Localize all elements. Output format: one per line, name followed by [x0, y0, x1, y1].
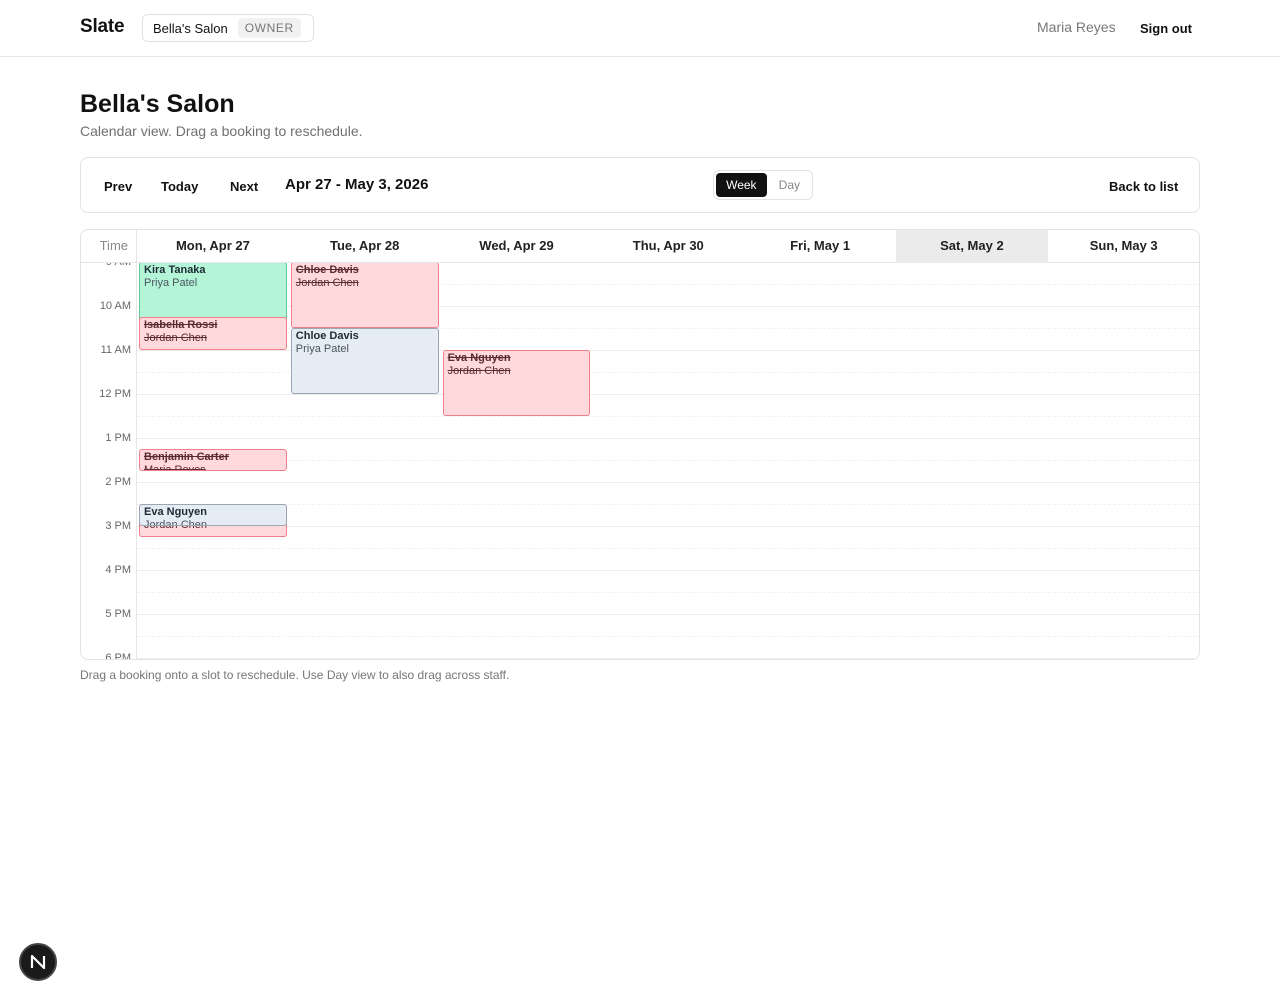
- hour-gridline: [137, 526, 1199, 527]
- hour-label: 3 PM: [105, 520, 131, 532]
- time-column: 9 AM 10 AM 11 AM 12 PM 1 PM 2 PM 3 PM 4 PM 5 PM 6…: [81, 263, 137, 660]
- hour-label: 9 AM: [106, 263, 131, 268]
- booking-staff-name: Priya Patel: [144, 277, 198, 289]
- hour-label: 4 PM: [105, 564, 131, 576]
- date-range-label: Apr 27 - May 3, 2026: [285, 176, 429, 193]
- booking-client-name: Chloe Davis: [295, 264, 359, 276]
- day-header: Tue, Apr 28: [330, 238, 400, 253]
- hour-label: 5 PM: [105, 608, 131, 620]
- booking-block[interactable]: Chloe Davis Jordan Chen: [290, 263, 439, 328]
- day-header: Fri, May 1: [790, 238, 851, 253]
- booking-client-name: Chloe Davis: [295, 330, 359, 342]
- booking-staff-name: Jordan Chen: [144, 519, 207, 526]
- day-header: Mon, Apr 27: [175, 238, 250, 253]
- booking-block[interactable]: Eva NguyenJordan Chen: [442, 350, 591, 416]
- booking-client-name: Isabella Rossi: [144, 319, 218, 331]
- half-hour-gridline: [137, 592, 1199, 593]
- calendar-toolbar: Prev Today Next Apr 27 - May 3, 2026 Wee…: [80, 157, 1200, 213]
- brand-logo[interactable]: Slate: [80, 16, 125, 38]
- booking-client-name: Eva Nguyen: [447, 352, 511, 364]
- hour-label: 10 AM: [99, 300, 131, 312]
- booking-client-name: Benjamin Carter: [144, 451, 229, 463]
- half-hour-gridline: [137, 504, 1199, 505]
- hour-gridline: [137, 614, 1199, 615]
- back-to-list-button[interactable]: Back to list: [1101, 172, 1186, 200]
- n-logo-icon: [30, 954, 46, 970]
- top-bar: Slate Bella's Salon OWNER Maria Reyes Si…: [0, 0, 1280, 57]
- hour-label: 11 AM: [100, 344, 131, 356]
- week-calendar: Time Mon, Apr 27 Tue, Apr 28 Wed, Apr 29 Th…: [80, 229, 1200, 660]
- half-hour-gridline: [137, 636, 1199, 637]
- booking-staff-name: Priya Patel: [295, 343, 349, 355]
- n-badge-icon[interactable]: [19, 943, 57, 981]
- booking-staff-name: Jordan Chen: [295, 277, 359, 289]
- org-switcher[interactable]: Bella's Salon OWNER: [142, 14, 314, 42]
- hour-label: 2 PM: [105, 476, 131, 488]
- booking-block[interactable]: Chloe Davis Priya Patel: [290, 328, 439, 394]
- hour-label: 12 PM: [99, 388, 131, 400]
- hour-gridline: [137, 438, 1199, 439]
- booking-block[interactable]: Benjamin Carter Maria Reyes: [139, 449, 287, 471]
- user-name: Maria Reyes: [1037, 19, 1116, 35]
- prev-button[interactable]: Prev: [96, 172, 140, 200]
- view-toggle: Week Day: [713, 170, 813, 200]
- booking-client-name: Kira Tanaka: [144, 264, 206, 276]
- page-title: Bella's Salon: [80, 90, 235, 118]
- page-subtitle: Calendar view. Drag a booking to resched…: [80, 123, 363, 139]
- hour-label: 6 PM: [105, 652, 131, 660]
- hour-label: 1 PM: [105, 432, 131, 444]
- calendar-grid[interactable]: 9 AM 10 AM 11 AM 12 PM 1 PM 2 PM 3 PM 4 PM 5 PM 6…: [81, 263, 1199, 660]
- booking-staff-name: Maria Reyes: [144, 464, 206, 471]
- booking-staff-name: Jordan Chen: [144, 332, 207, 344]
- today-button[interactable]: Today: [153, 172, 206, 200]
- half-hour-gridline: [137, 416, 1199, 417]
- day-header: Thu, Apr 30: [632, 238, 704, 253]
- sign-out-button[interactable]: Sign out: [1128, 13, 1204, 43]
- calendar-header: Time Mon, Apr 27 Tue, Apr 28 Wed, Apr 29 Th…: [81, 230, 1199, 263]
- org-role-badge: OWNER: [237, 18, 301, 38]
- half-hour-gridline: [137, 548, 1199, 549]
- hour-gridline: [137, 658, 1199, 659]
- day-header: Sun, May 3: [1089, 238, 1158, 253]
- week-view-button[interactable]: Week: [716, 173, 767, 197]
- day-view-button[interactable]: Day: [769, 173, 810, 197]
- hour-gridline: [137, 482, 1199, 483]
- org-name: Bella's Salon: [153, 20, 228, 36]
- booking-client-name: Eva Nguyen: [144, 506, 207, 518]
- booking-block[interactable]: Isabella Rossi Jordan Chen: [139, 317, 287, 350]
- booking-staff-name: Jordan Chen: [447, 365, 511, 377]
- half-hour-gridline: [137, 460, 1199, 461]
- hour-gridline: [137, 394, 1199, 395]
- hour-gridline: [137, 570, 1199, 571]
- next-button[interactable]: Next: [222, 172, 266, 200]
- booking-block[interactable]: Eva NguyenJordan Chen: [139, 504, 287, 526]
- day-header: Wed, Apr 29: [479, 238, 554, 253]
- time-column-header: Time: [81, 230, 137, 263]
- day-header: Sat, May 2: [896, 230, 1048, 263]
- calendar-footnote: Drag a booking onto a slot to reschedule…: [80, 668, 510, 682]
